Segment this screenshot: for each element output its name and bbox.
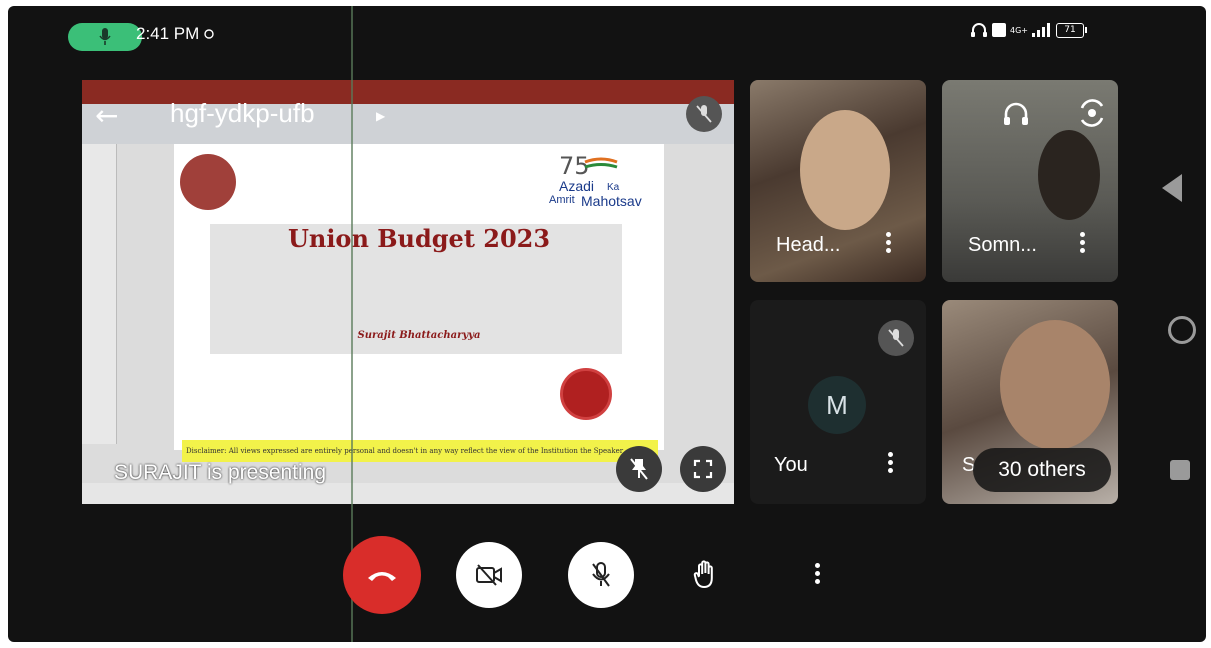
azadi-logo: 75 Azadi Ka Amrit Mahotsav — [549, 152, 664, 214]
switch-camera-button[interactable] — [1076, 98, 1108, 132]
signal-icon — [1032, 23, 1050, 37]
nav-back-button[interactable] — [1162, 174, 1182, 202]
others-count-button[interactable]: 30 others — [973, 448, 1111, 492]
participant-video — [1038, 130, 1100, 220]
pin-off-icon — [630, 458, 648, 480]
participant-name: Head... — [776, 234, 841, 256]
presenting-label: SURAJIT is presenting — [114, 461, 327, 484]
camera-off-icon — [476, 564, 502, 586]
screen-glare-line — [351, 6, 353, 642]
seal-logo — [560, 368, 612, 420]
time-text: 2:41 PM — [136, 24, 200, 43]
presentation-view[interactable]: 75 Azadi Ka Amrit Mahotsav Union Budget … — [82, 80, 734, 504]
status-icons: 4G+ 71 — [970, 22, 1087, 38]
back-button[interactable]: ← — [95, 102, 118, 130]
volte-icon — [992, 23, 1006, 37]
end-call-button[interactable] — [343, 536, 421, 614]
azadi-text-2: Ka — [607, 182, 620, 193]
nav-home-button[interactable] — [1168, 316, 1196, 344]
more-vert-icon — [815, 563, 821, 587]
iit-logo — [180, 154, 236, 210]
status-time: 2:41 PM — [136, 24, 215, 44]
svg-text:75: 75 — [559, 152, 590, 178]
mic-toggle-button[interactable] — [568, 542, 634, 608]
presenter-muted-indicator — [686, 96, 722, 132]
camera-toggle-button[interactable] — [456, 542, 522, 608]
fullscreen-icon — [693, 459, 713, 479]
azadi-text-4: Mahotsav — [581, 193, 642, 209]
unpin-button[interactable] — [616, 446, 662, 492]
switch-camera-icon — [1080, 99, 1104, 127]
slide-author: Surajit Bhattacharyya — [357, 330, 481, 341]
azadi-75-mark: 75 — [559, 152, 618, 178]
participant-menu-button[interactable] — [886, 232, 892, 256]
slide: 75 Azadi Ka Amrit Mahotsav Union Budget … — [174, 144, 664, 462]
chevron-right-icon[interactable]: ▶ — [376, 109, 385, 123]
meeting-code[interactable]: hgf-ydkp-ufb — [170, 98, 315, 129]
mic-off-icon — [592, 562, 610, 587]
fullscreen-button[interactable] — [680, 446, 726, 492]
more-options-button[interactable] — [798, 550, 838, 600]
azadi-text-1: Azadi — [559, 178, 595, 194]
participant-video — [800, 110, 890, 230]
self-avatar: M — [808, 376, 866, 434]
network-type: 4G+ — [1010, 25, 1028, 35]
mic-off-icon — [696, 105, 712, 123]
battery-level: 71 — [1064, 25, 1076, 35]
phone-screen: 2:41 PM 4G+ 71 75 Azadi Ka Amrit Mahotsa — [8, 6, 1206, 642]
self-muted-indicator — [878, 320, 914, 356]
participant-menu-button[interactable] — [1080, 232, 1086, 256]
mic-icon — [99, 28, 111, 45]
phone-hangup-icon — [368, 572, 396, 581]
mic-off-icon — [888, 329, 904, 347]
self-menu-button[interactable] — [888, 452, 894, 476]
participant-name: Somn... — [968, 234, 1037, 256]
slide-disclaimer: Disclaimer: All views expressed are enti… — [182, 440, 658, 462]
raise-hand-button[interactable] — [680, 550, 730, 600]
battery-icon: 71 — [1056, 22, 1087, 38]
headphones-icon — [1004, 102, 1028, 125]
nav-recents-button[interactable] — [1170, 460, 1190, 480]
azadi-text-3: Amrit — [549, 194, 575, 206]
slide-title: Union Budget 2023 — [287, 224, 551, 253]
audio-output-button[interactable] — [1002, 101, 1030, 131]
ppt-thumbnail-pane — [82, 144, 117, 444]
hand-icon — [693, 560, 713, 589]
headphones-status-icon — [971, 23, 987, 37]
self-name: You — [774, 454, 808, 476]
sync-icon — [204, 29, 215, 39]
mic-active-indicator — [68, 23, 142, 51]
participant-video — [1000, 320, 1110, 450]
